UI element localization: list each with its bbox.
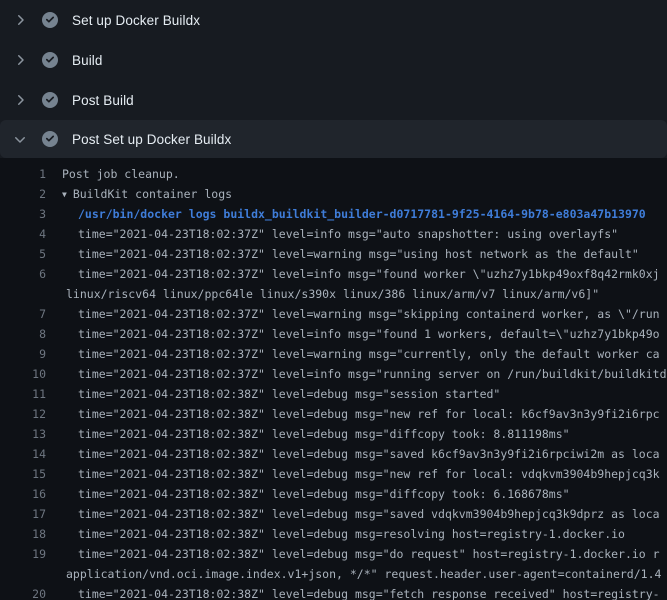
log-line-number[interactable]: 8 (0, 324, 46, 344)
log-line-text: time="2021-04-23T18:02:38Z" level=debug … (46, 524, 625, 544)
check-circle-icon (42, 131, 58, 147)
log-line-number[interactable]: 4 (0, 224, 46, 244)
log-line-number[interactable]: 9 (0, 344, 46, 364)
log-line-number[interactable]: 18 (0, 524, 46, 544)
log-line: 3 /usr/bin/docker logs buildx_buildkit_b… (0, 204, 667, 224)
log-line-number[interactable]: 17 (0, 504, 46, 524)
log-line-number[interactable]: 6 (0, 264, 46, 284)
log-group-title: BuildKit container logs (73, 187, 232, 201)
log-console[interactable]: 1 Post job cleanup. 2 ▼ BuildKit containe… (0, 158, 667, 600)
log-line: 18 time="2021-04-23T18:02:38Z" level=deb… (0, 524, 667, 544)
check-circle-icon (42, 12, 58, 28)
log-line-number[interactable]: 3 (0, 204, 46, 224)
log-line-text: linux/riscv64 linux/ppc64le linux/s390x … (46, 284, 599, 304)
log-line-number[interactable]: 19 (0, 544, 46, 564)
log-line-text: time="2021-04-23T18:02:37Z" level=info m… (46, 324, 660, 344)
step-row[interactable]: Post Build (0, 80, 667, 120)
log-line-number[interactable]: 7 (0, 304, 46, 324)
log-line-text: /usr/bin/docker logs buildx_buildkit_bui… (46, 204, 646, 224)
log-line-text: application/vnd.oci.image.index.v1+json,… (46, 564, 661, 584)
log-line-number[interactable]: 12 (0, 404, 46, 424)
log-line: 17 time="2021-04-23T18:02:38Z" level=deb… (0, 504, 667, 524)
log-line: linux/riscv64 linux/ppc64le linux/s390x … (0, 284, 667, 304)
log-line: 6 time="2021-04-23T18:02:37Z" level=info… (0, 264, 667, 284)
log-line: 5 time="2021-04-23T18:02:37Z" level=warn… (0, 244, 667, 264)
log-line: 9 time="2021-04-23T18:02:37Z" level=warn… (0, 344, 667, 364)
log-line-text: Post job cleanup. (46, 164, 180, 184)
step-row[interactable]: Build (0, 40, 667, 80)
log-line-text: time="2021-04-23T18:02:38Z" level=debug … (46, 464, 660, 484)
log-line: 12 time="2021-04-23T18:02:38Z" level=deb… (0, 404, 667, 424)
log-line: 14 time="2021-04-23T18:02:38Z" level=deb… (0, 444, 667, 464)
chevron-right-icon[interactable] (12, 12, 28, 28)
log-line-number[interactable]: 16 (0, 484, 46, 504)
check-circle-icon (42, 92, 58, 108)
log-line-text: time="2021-04-23T18:02:38Z" level=debug … (46, 484, 570, 504)
log-line-text: time="2021-04-23T18:02:37Z" level=info m… (46, 264, 660, 284)
log-line-number[interactable] (0, 564, 46, 584)
log-line: 1 Post job cleanup. (0, 164, 667, 184)
log-line: 7 time="2021-04-23T18:02:37Z" level=warn… (0, 304, 667, 324)
log-line-text: time="2021-04-23T18:02:37Z" level=info m… (46, 364, 667, 384)
log-line-number[interactable]: 13 (0, 424, 46, 444)
step-label: Post Set up Docker Buildx (72, 132, 231, 147)
log-line-text: time="2021-04-23T18:02:37Z" level=warnin… (46, 244, 639, 264)
log-line-number[interactable]: 10 (0, 364, 46, 384)
log-line-text: time="2021-04-23T18:02:38Z" level=debug … (46, 424, 570, 444)
log-line-number[interactable]: 11 (0, 384, 46, 404)
log-line-number[interactable]: 15 (0, 464, 46, 484)
log-line-number[interactable]: 5 (0, 244, 46, 264)
log-group-collapse-icon[interactable]: ▼ (62, 185, 67, 204)
log-line: 19 time="2021-04-23T18:02:38Z" level=deb… (0, 544, 667, 564)
log-line: 16 time="2021-04-23T18:02:38Z" level=deb… (0, 484, 667, 504)
chevron-right-icon[interactable] (12, 92, 28, 108)
log-line-text: time="2021-04-23T18:02:38Z" level=debug … (46, 584, 660, 600)
check-circle-icon (42, 52, 58, 68)
log-line-text: time="2021-04-23T18:02:38Z" level=debug … (46, 384, 500, 404)
step-label: Set up Docker Buildx (72, 13, 200, 28)
step-label: Build (72, 53, 103, 68)
log-line: 20 time="2021-04-23T18:02:38Z" level=deb… (0, 584, 667, 600)
log-line: 4 time="2021-04-23T18:02:37Z" level=info… (0, 224, 667, 244)
log-line: 11 time="2021-04-23T18:02:38Z" level=deb… (0, 384, 667, 404)
log-line-number[interactable] (0, 284, 46, 304)
step-row[interactable]: Set up Docker Buildx (0, 0, 667, 40)
log-line-number[interactable]: 2 (0, 184, 46, 204)
log-line-text: time="2021-04-23T18:02:37Z" level=warnin… (46, 344, 660, 364)
log-line-number[interactable]: 1 (0, 164, 46, 184)
chevron-right-icon[interactable] (12, 52, 28, 68)
log-line-number[interactable]: 14 (0, 444, 46, 464)
log-line-text: time="2021-04-23T18:02:37Z" level=warnin… (46, 304, 660, 324)
log-line-text: time="2021-04-23T18:02:38Z" level=debug … (46, 544, 660, 564)
log-line-text: time="2021-04-23T18:02:38Z" level=debug … (46, 504, 660, 524)
step-list: Set up Docker Buildx Build Post Buil (0, 0, 667, 158)
log-line: 15 time="2021-04-23T18:02:38Z" level=deb… (0, 464, 667, 484)
log-line: 2 ▼ BuildKit container logs (0, 184, 667, 204)
step-label: Post Build (72, 93, 134, 108)
step-row[interactable]: Post Set up Docker Buildx (0, 120, 667, 158)
actions-log-viewer: Set up Docker Buildx Build Post Buil (0, 0, 667, 600)
log-line-text: time="2021-04-23T18:02:38Z" level=debug … (46, 404, 660, 424)
log-line: 8 time="2021-04-23T18:02:37Z" level=info… (0, 324, 667, 344)
log-line: application/vnd.oci.image.index.v1+json,… (0, 564, 667, 584)
log-line-text: time="2021-04-23T18:02:37Z" level=info m… (46, 224, 618, 244)
log-line: 13 time="2021-04-23T18:02:38Z" level=deb… (0, 424, 667, 444)
log-line: 10 time="2021-04-23T18:02:37Z" level=inf… (0, 364, 667, 384)
chevron-down-icon[interactable] (12, 131, 28, 147)
log-line-text: ▼ BuildKit container logs (46, 184, 232, 204)
log-line-number[interactable]: 20 (0, 584, 46, 600)
log-line-text: time="2021-04-23T18:02:38Z" level=debug … (46, 444, 660, 464)
